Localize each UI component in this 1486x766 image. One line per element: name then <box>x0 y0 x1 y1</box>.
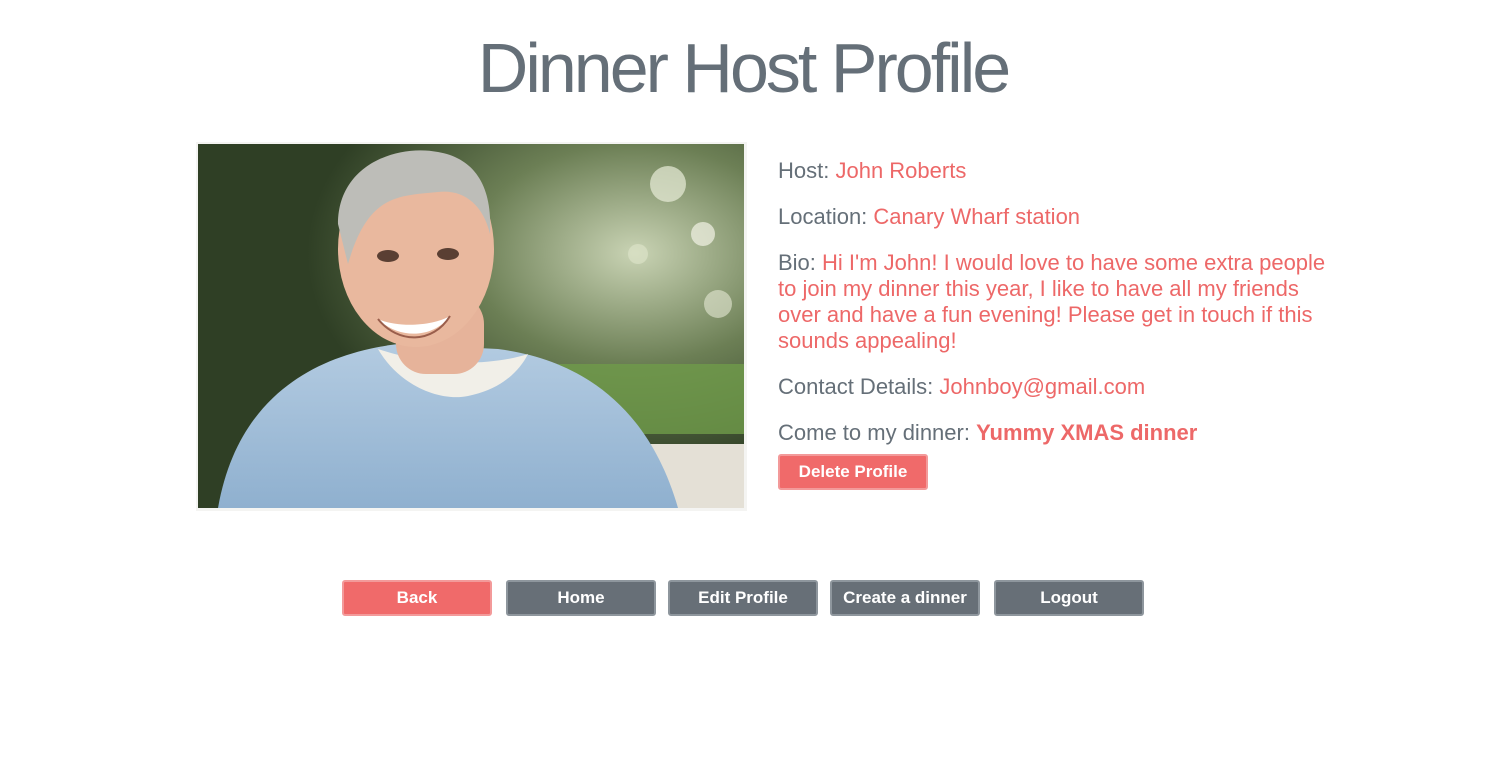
location-label: Location: <box>778 204 874 229</box>
host-row: Host: John Roberts <box>778 158 1343 184</box>
page-title: Dinner Host Profile <box>477 29 1011 107</box>
logout-button[interactable]: Logout <box>994 580 1144 616</box>
dinner-row: Come to my dinner: Yummy XMAS dinner <box>778 420 1343 446</box>
bio-row: Bio: Hi I'm John! I would love to have s… <box>778 250 1343 354</box>
host-name: John Roberts <box>835 158 967 183</box>
home-button[interactable]: Home <box>506 580 656 616</box>
host-label: Host: <box>778 158 836 183</box>
dinner-label: Come to my dinner: <box>778 420 977 445</box>
delete-profile-button[interactable]: Delete Profile <box>778 454 928 490</box>
create-dinner-button[interactable]: Create a dinner <box>830 580 980 616</box>
bio-text: Hi I'm John! I would love to have some e… <box>778 250 1326 353</box>
edit-profile-button[interactable]: Edit Profile <box>668 580 818 616</box>
photo-frame <box>196 142 747 511</box>
page: Dinner Host Profile Host: John Roberts L… <box>0 0 1486 766</box>
contact-row: Contact Details: Johnboy@gmail.com <box>778 374 1343 400</box>
location-row: Location: Canary Wharf station <box>778 204 1343 230</box>
host-photo <box>198 144 744 508</box>
location-value: Canary Wharf station <box>873 204 1081 229</box>
contact-email: Johnboy@gmail.com <box>939 374 1146 399</box>
contact-label: Contact Details: <box>778 374 940 399</box>
back-button[interactable]: Back <box>342 580 492 616</box>
profile-info: Host: John Roberts Location: Canary Whar… <box>778 158 1343 490</box>
bio-label: Bio: <box>778 250 823 275</box>
dinner-link[interactable]: Yummy XMAS dinner <box>976 420 1197 445</box>
